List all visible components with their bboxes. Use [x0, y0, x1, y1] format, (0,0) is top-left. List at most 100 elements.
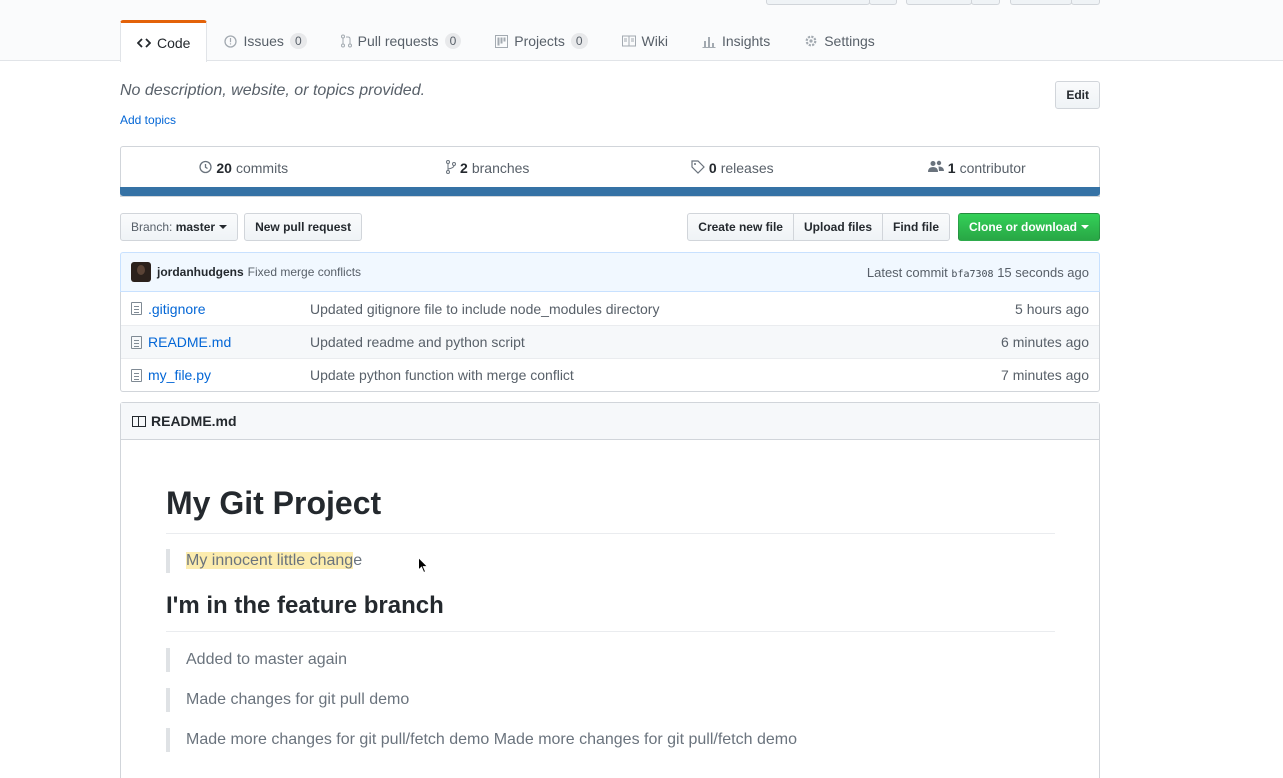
tab-insights[interactable]: Insights [685, 20, 787, 61]
file-icon [131, 368, 142, 382]
readme-quote: My innocent little change [166, 549, 1055, 573]
graph-icon [702, 35, 716, 48]
pull-requests-counter: 0 [444, 33, 462, 49]
tab-label: Wiki [641, 33, 668, 49]
readme-body: My Git Project My innocent little change… [166, 483, 1055, 752]
project-icon [495, 34, 509, 48]
projects-counter: 0 [570, 33, 588, 49]
edit-description-button[interactable]: Edit [1055, 81, 1100, 109]
issue-icon [224, 34, 238, 48]
people-icon [927, 160, 944, 176]
commit-age: 15 seconds ago [997, 264, 1089, 280]
watch-button[interactable] [766, 0, 870, 5]
new-pull-request-button[interactable]: New pull request [244, 213, 363, 241]
commits-link[interactable]: 20 commits [121, 160, 366, 177]
releases-count: 0 [708, 160, 717, 176]
star-button[interactable] [906, 0, 972, 5]
tab-code[interactable]: Code [120, 20, 208, 62]
caret-down-icon [219, 225, 228, 229]
tab-label: Issues [243, 33, 284, 49]
file-name-link[interactable]: my_file.py [148, 367, 310, 383]
tab-label: Pull requests [357, 33, 439, 49]
file-commit-message[interactable]: Updated gitignore file to include node_m… [310, 301, 1015, 317]
tab-label: Settings [824, 33, 875, 49]
readme-quote: Made more changes for git pull/fetch dem… [166, 728, 1055, 752]
readme-quote: Made changes for git pull demo [166, 688, 1055, 712]
commits-label: commits [235, 160, 289, 176]
commit-info: Latest commit bfa7308 15 seconds ago [867, 265, 1089, 280]
fork-button[interactable] [1010, 0, 1072, 5]
readme-filename: README.md [151, 413, 237, 429]
file-age: 7 minutes ago [1001, 367, 1089, 383]
readme-panel: README.md My Git Project My innocent lit… [120, 402, 1100, 778]
issues-counter: 0 [289, 33, 307, 49]
upload-files-button[interactable]: Upload files [792, 213, 883, 241]
commits-count: 20 [216, 160, 232, 176]
tab-projects[interactable]: Projects 0 [478, 20, 604, 61]
repo-summary: 20 commits 2 branches 0 releases 1 contr… [120, 146, 1100, 197]
readme-subheading: I'm in the feature branch [166, 591, 1055, 632]
book-icon [621, 35, 636, 47]
gear-icon [804, 34, 818, 48]
file-icon [131, 302, 142, 315]
watch-count[interactable] [869, 0, 897, 5]
language-bar[interactable] [120, 187, 1100, 196]
book-icon [132, 415, 146, 427]
latest-commit-bar: jordanhudgens Fixed merge conflicts Late… [120, 252, 1100, 292]
tab-wiki[interactable]: Wiki [605, 20, 685, 61]
history-icon [198, 160, 213, 177]
branches-label: branches [471, 160, 530, 176]
readme-heading: My Git Project [166, 483, 1055, 534]
description-text: No description, website, or topics provi… [120, 82, 426, 99]
tab-issues[interactable]: Issues 0 [207, 20, 323, 61]
selected-text[interactable]: My innocent little chang [186, 552, 354, 569]
tab-pull-requests[interactable]: Pull requests 0 [324, 20, 479, 61]
commit-author[interactable]: jordanhudgens [157, 265, 244, 279]
commit-sha[interactable]: bfa7308 [951, 269, 993, 280]
file-name-link[interactable]: README.md [148, 334, 310, 350]
file-row: README.md Updated readme and python scri… [121, 325, 1099, 358]
file-row: my_file.py Update python function with m… [121, 358, 1099, 391]
file-row: .gitignore Updated gitignore file to inc… [121, 292, 1099, 325]
star-count[interactable] [971, 0, 1000, 5]
file-list: .gitignore Updated gitignore file to inc… [120, 292, 1100, 392]
readme-quote: Added to master again [166, 648, 1055, 672]
fork-count[interactable] [1071, 0, 1100, 5]
commit-message[interactable]: Fixed merge conflicts [248, 265, 361, 279]
tag-icon [691, 159, 705, 177]
branch-select-button[interactable]: Branch: master [120, 213, 239, 241]
clone-label: Clone or download [969, 220, 1077, 234]
file-age: 5 hours ago [1015, 300, 1089, 317]
tab-settings[interactable]: Settings [787, 20, 892, 61]
releases-label: releases [720, 160, 774, 176]
caret-down-icon [1081, 225, 1089, 229]
pull-request-icon [340, 34, 352, 48]
find-file-button[interactable]: Find file [882, 213, 950, 241]
branch-name: master [175, 220, 216, 234]
tab-label: Projects [514, 33, 565, 49]
file-name-link[interactable]: .gitignore [148, 301, 310, 317]
add-topics-link[interactable]: Add topics [120, 113, 176, 127]
repo-header: Code Issues 0 Pull requests 0 Projects 0… [0, 0, 1283, 62]
file-age: 6 minutes ago [1001, 334, 1089, 350]
branch-icon [446, 159, 457, 177]
avatar[interactable] [131, 262, 151, 282]
file-commit-message[interactable]: Update python function with merge confli… [310, 367, 1001, 383]
branches-count: 2 [460, 160, 468, 176]
file-navigation: Branch: master New pull request Create n… [120, 213, 1100, 241]
clone-or-download-button[interactable]: Clone or download [958, 213, 1100, 241]
file-icon [131, 335, 142, 349]
quote-text-rest[interactable]: e [353, 552, 362, 569]
repo-tabs: Code Issues 0 Pull requests 0 Projects 0… [120, 20, 892, 62]
file-commit-message[interactable]: Updated readme and python script [310, 334, 1001, 350]
code-icon [137, 37, 151, 49]
tab-label: Code [157, 34, 191, 51]
contributors-link[interactable]: 1 contributor [855, 160, 1100, 176]
latest-commit-prefix: Latest commit [866, 264, 948, 280]
branch-prefix: Branch: [131, 220, 173, 234]
branches-link[interactable]: 2 branches [366, 159, 611, 177]
readme-header: README.md [121, 403, 1099, 440]
releases-link[interactable]: 0 releases [610, 159, 855, 177]
create-new-file-button[interactable]: Create new file [687, 213, 794, 241]
tab-label: Insights [721, 33, 771, 49]
